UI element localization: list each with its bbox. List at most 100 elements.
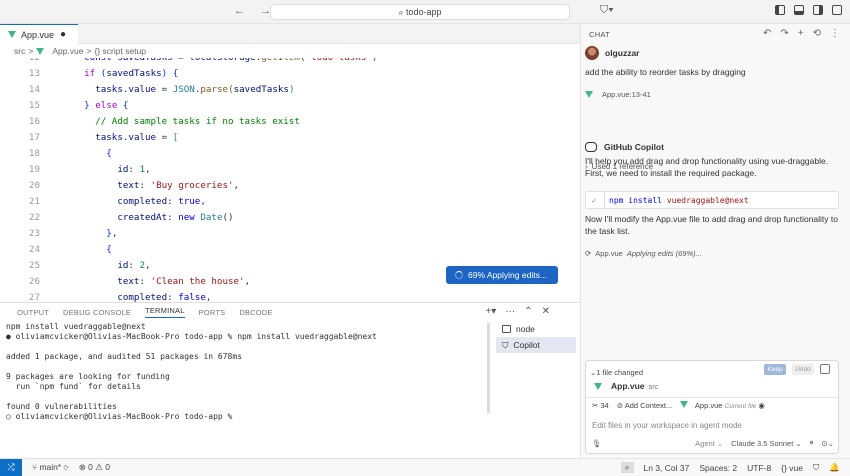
changed-file-item[interactable]: App.vue src bbox=[594, 381, 659, 391]
back-arrow-icon[interactable]: ← bbox=[234, 5, 245, 17]
code-line[interactable]: 23 }, bbox=[0, 226, 580, 242]
terminal-item-node[interactable]: node bbox=[496, 321, 576, 337]
code-line[interactable]: 22 createdAt: new Date() bbox=[0, 210, 580, 226]
microphone-icon[interactable]: 🎙 bbox=[592, 439, 602, 448]
code-line[interactable]: 17 tasks.value = [ bbox=[0, 130, 580, 146]
code-line[interactable]: 18 { bbox=[0, 146, 580, 162]
breadcrumb-separator: > bbox=[86, 46, 92, 56]
keep-button[interactable]: Keep bbox=[764, 364, 786, 375]
code-line[interactable]: 24 { bbox=[0, 242, 580, 258]
send-icon[interactable]: ⊙⌄ bbox=[821, 439, 834, 448]
chat-actions: ↶ ↷ + ⟲ ⋮ bbox=[763, 28, 840, 39]
more-icon[interactable]: ⋮ bbox=[830, 28, 840, 39]
line-number: 27 bbox=[28, 292, 40, 302]
more-actions-icon[interactable]: ··· bbox=[505, 306, 515, 317]
tab-output[interactable]: OUTPUT bbox=[17, 308, 49, 317]
error-count: 0 bbox=[88, 462, 93, 472]
code-line[interactable]: 21 completed: true, bbox=[0, 194, 580, 210]
check-icon: ✓ bbox=[591, 195, 597, 205]
terminal-item-copilot[interactable]: ⛉ Copilot bbox=[496, 337, 576, 353]
collapse-icon[interactable] bbox=[820, 364, 830, 374]
breadcrumb-file[interactable]: App.vue bbox=[52, 46, 83, 56]
command-center-search[interactable]: ⌕ todo-app bbox=[270, 4, 570, 20]
command-text: npm install vuedraggable@next bbox=[609, 196, 749, 205]
code-text: { bbox=[106, 148, 112, 159]
code-text: tasks.value = [ bbox=[95, 132, 179, 143]
code-line[interactable]: 19 id: 1, bbox=[0, 162, 580, 178]
tab-label: App.vue bbox=[21, 29, 55, 40]
branch-indicator[interactable]: ⑂ main* ⟳ bbox=[32, 462, 69, 473]
sync-icon: ⟳ bbox=[63, 462, 69, 472]
new-chat-icon[interactable]: + bbox=[798, 28, 804, 39]
notifications-icon[interactable]: 🔔 bbox=[829, 462, 840, 473]
code-text: { bbox=[106, 244, 112, 255]
maximize-panel-icon[interactable]: ⌃ bbox=[524, 306, 532, 317]
tab-app-vue[interactable]: App.vue ● bbox=[0, 24, 78, 44]
problems-indicator[interactable]: ⊗ 0 ⚠ 0 bbox=[79, 462, 110, 473]
chat-title: CHAT bbox=[589, 29, 611, 39]
tools-icon: ✂ bbox=[592, 401, 599, 410]
tab-ports[interactable]: PORTS bbox=[199, 308, 226, 317]
language-mode[interactable]: {} vue bbox=[781, 463, 803, 473]
undo-button[interactable]: Undo bbox=[792, 364, 814, 375]
redo-icon[interactable]: ↷ bbox=[780, 28, 788, 39]
warning-icon: ⚠ bbox=[95, 462, 106, 472]
remote-icon[interactable]: ⤮ bbox=[0, 459, 22, 476]
toggle-secondary-sidebar-icon[interactable] bbox=[813, 5, 823, 15]
code-text: text: 'Clean the house', bbox=[117, 276, 251, 287]
unsaved-dot-icon[interactable]: ● bbox=[60, 29, 66, 40]
close-panel-icon[interactable]: ✕ bbox=[542, 306, 550, 317]
tab-dbcode[interactable]: DBCODE bbox=[239, 308, 272, 317]
divider bbox=[586, 397, 838, 398]
warning-count: 0 bbox=[105, 462, 110, 472]
add-context-button[interactable]: ⊘ Add Context... bbox=[617, 401, 673, 410]
user-reference-chip[interactable]: App.vue:13-41 bbox=[585, 90, 651, 99]
terminal-list: node ⛉ Copilot bbox=[496, 321, 576, 353]
toggle-sidebar-icon[interactable] bbox=[775, 5, 785, 15]
model-label: Claude 3.5 Sonnet bbox=[731, 438, 794, 448]
code-text: id: 2, bbox=[117, 260, 151, 271]
zoom-icon[interactable]: ⌕ bbox=[620, 462, 634, 473]
chat-panel: CHAT ↶ ↷ + ⟲ ⋮ olguzzar add the ability … bbox=[580, 24, 850, 458]
mode-picker[interactable]: Agent ⌄ bbox=[695, 439, 723, 448]
undo-icon[interactable]: ↶ bbox=[763, 28, 771, 39]
tab-debug-console[interactable]: DEBUG CONSOLE bbox=[63, 308, 131, 317]
toggle-panel-icon[interactable] bbox=[794, 5, 804, 15]
eye-icon[interactable]: ◉ bbox=[758, 401, 765, 410]
model-picker[interactable]: Claude 3.5 Sonnet ⌄ bbox=[731, 439, 802, 448]
new-terminal-icon[interactable]: +▾ bbox=[485, 306, 496, 317]
terminal-scrollbar[interactable] bbox=[487, 323, 490, 413]
terminal-command-block[interactable]: ✓ npm install vuedraggable@next bbox=[585, 191, 839, 209]
line-number: 12 bbox=[0, 58, 40, 66]
spinner-icon: ⟳ bbox=[585, 249, 592, 258]
code-line[interactable]: 12 const savedTasks = localStorage.getIt… bbox=[0, 58, 580, 66]
command-arg: vuedraggable@next bbox=[666, 195, 749, 205]
encoding[interactable]: UTF-8 bbox=[747, 463, 771, 473]
code-line[interactable]: 16 // Add sample tasks if no tasks exist bbox=[0, 114, 580, 130]
user-message-header: olguzzar bbox=[585, 46, 639, 60]
workspace-name: todo-app bbox=[406, 7, 442, 17]
code-line[interactable]: 27 completed: false, bbox=[0, 290, 580, 302]
customize-layout-icon[interactable] bbox=[832, 5, 842, 15]
code-line[interactable]: 14 tasks.value = JSON.parse(savedTasks) bbox=[0, 82, 580, 98]
code-line[interactable]: 20 text: 'Buy groceries', bbox=[0, 178, 580, 194]
code-line[interactable]: 15 } else { bbox=[0, 98, 580, 114]
code-line[interactable]: 13 if (savedTasks) { bbox=[0, 66, 580, 82]
vue-file-icon bbox=[585, 91, 593, 98]
breadcrumb-symbol[interactable]: {} script setup bbox=[94, 46, 146, 56]
tab-terminal[interactable]: TERMINAL bbox=[145, 306, 185, 318]
tools-button[interactable]: ✂ 34 bbox=[592, 401, 609, 410]
current-file-chip[interactable]: App.vue Current file ◉ bbox=[680, 401, 765, 410]
applying-edits-badge: 69% Applying edits... bbox=[446, 266, 558, 284]
pause-icon[interactable]: ⏸ bbox=[810, 438, 814, 448]
status-bar: ⤮ ⑂ main* ⟳ ⊗ 0 ⚠ 0 ⌕ Ln 3, Col 37 Space… bbox=[0, 458, 850, 476]
chat-input[interactable]: Edit files in your workspace in agent mo… bbox=[592, 421, 742, 430]
copilot-status-icon[interactable]: ⛉ bbox=[813, 462, 819, 473]
breadcrumb-src[interactable]: src bbox=[14, 46, 25, 56]
cursor-position[interactable]: Ln 3, Col 37 bbox=[644, 463, 690, 473]
code-text: } else { bbox=[84, 100, 129, 111]
indentation[interactable]: Spaces: 2 bbox=[699, 463, 737, 473]
history-icon[interactable]: ⟲ bbox=[813, 28, 821, 39]
terminal-output[interactable]: npm install vuedraggable@next ● oliviamc… bbox=[6, 322, 486, 437]
copilot-icon[interactable]: ⛉▾ bbox=[600, 4, 614, 17]
